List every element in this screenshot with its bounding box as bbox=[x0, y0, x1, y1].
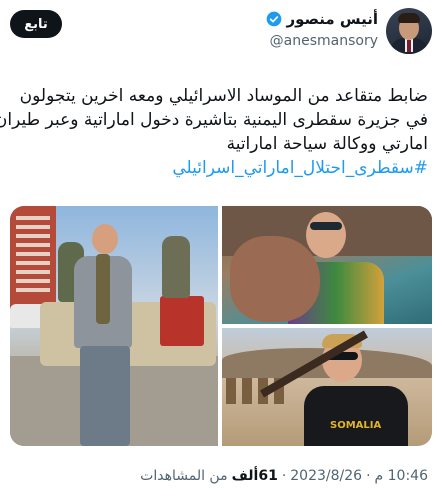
tweet-line-3: امارتي ووكالة سياحة اماراتية bbox=[226, 134, 428, 154]
red-box bbox=[160, 296, 204, 346]
octopus bbox=[230, 236, 320, 322]
avatar[interactable] bbox=[386, 8, 432, 54]
photo-man-with-octopus[interactable] bbox=[222, 206, 432, 324]
photo-men-on-truck[interactable] bbox=[10, 206, 218, 446]
tweet-line-2: في جزيرة سقطرى اليمنية بتاشيرة دخول امار… bbox=[0, 110, 428, 130]
tweet-header: أنيس منصور @anesmansory تابع bbox=[0, 0, 442, 64]
shirt-print-text: SOMALIA bbox=[330, 420, 382, 431]
media-grid: SOMALIA bbox=[10, 206, 432, 446]
avatar-hair bbox=[398, 13, 420, 23]
man-scarf bbox=[96, 254, 110, 324]
photo-man-with-rifle[interactable]: SOMALIA bbox=[222, 328, 432, 446]
building-windows bbox=[16, 216, 50, 296]
tweet-meta: 10:46 م · 2023/8/26 · 61ألف من المشاهدات bbox=[140, 468, 428, 484]
user-name[interactable]: أنيس منصور bbox=[286, 10, 378, 28]
man-head bbox=[306, 212, 346, 258]
hashtag-link[interactable]: #سقطرى_احتلال_اماراتي_اسرائيلي bbox=[14, 156, 428, 180]
sunglasses bbox=[310, 222, 342, 230]
soldier-right bbox=[162, 236, 190, 298]
man-head bbox=[92, 224, 118, 254]
tweet-text: ضابط متقاعد من الموساد الاسرائيلي ومعه ا… bbox=[0, 84, 428, 180]
views-label: من المشاهدات bbox=[140, 468, 228, 484]
name-row[interactable]: أنيس منصور bbox=[266, 10, 378, 28]
avatar-tie bbox=[407, 40, 411, 52]
tweet-time[interactable]: 10:46 م bbox=[375, 468, 428, 484]
black-tshirt bbox=[304, 386, 408, 446]
man-pants bbox=[80, 346, 130, 446]
follow-button[interactable]: تابع bbox=[10, 10, 62, 38]
views-count: 61ألف bbox=[231, 468, 278, 484]
meta-separator: · bbox=[366, 468, 371, 484]
verified-badge-icon bbox=[267, 11, 282, 27]
meta-separator-2: · bbox=[281, 468, 287, 484]
tweet-line-1: ضابط متقاعد من الموساد الاسرائيلي ومعه ا… bbox=[19, 86, 428, 106]
user-handle[interactable]: @anesmansory bbox=[270, 33, 378, 49]
tweet-date[interactable]: 2023/8/26 bbox=[290, 468, 362, 484]
